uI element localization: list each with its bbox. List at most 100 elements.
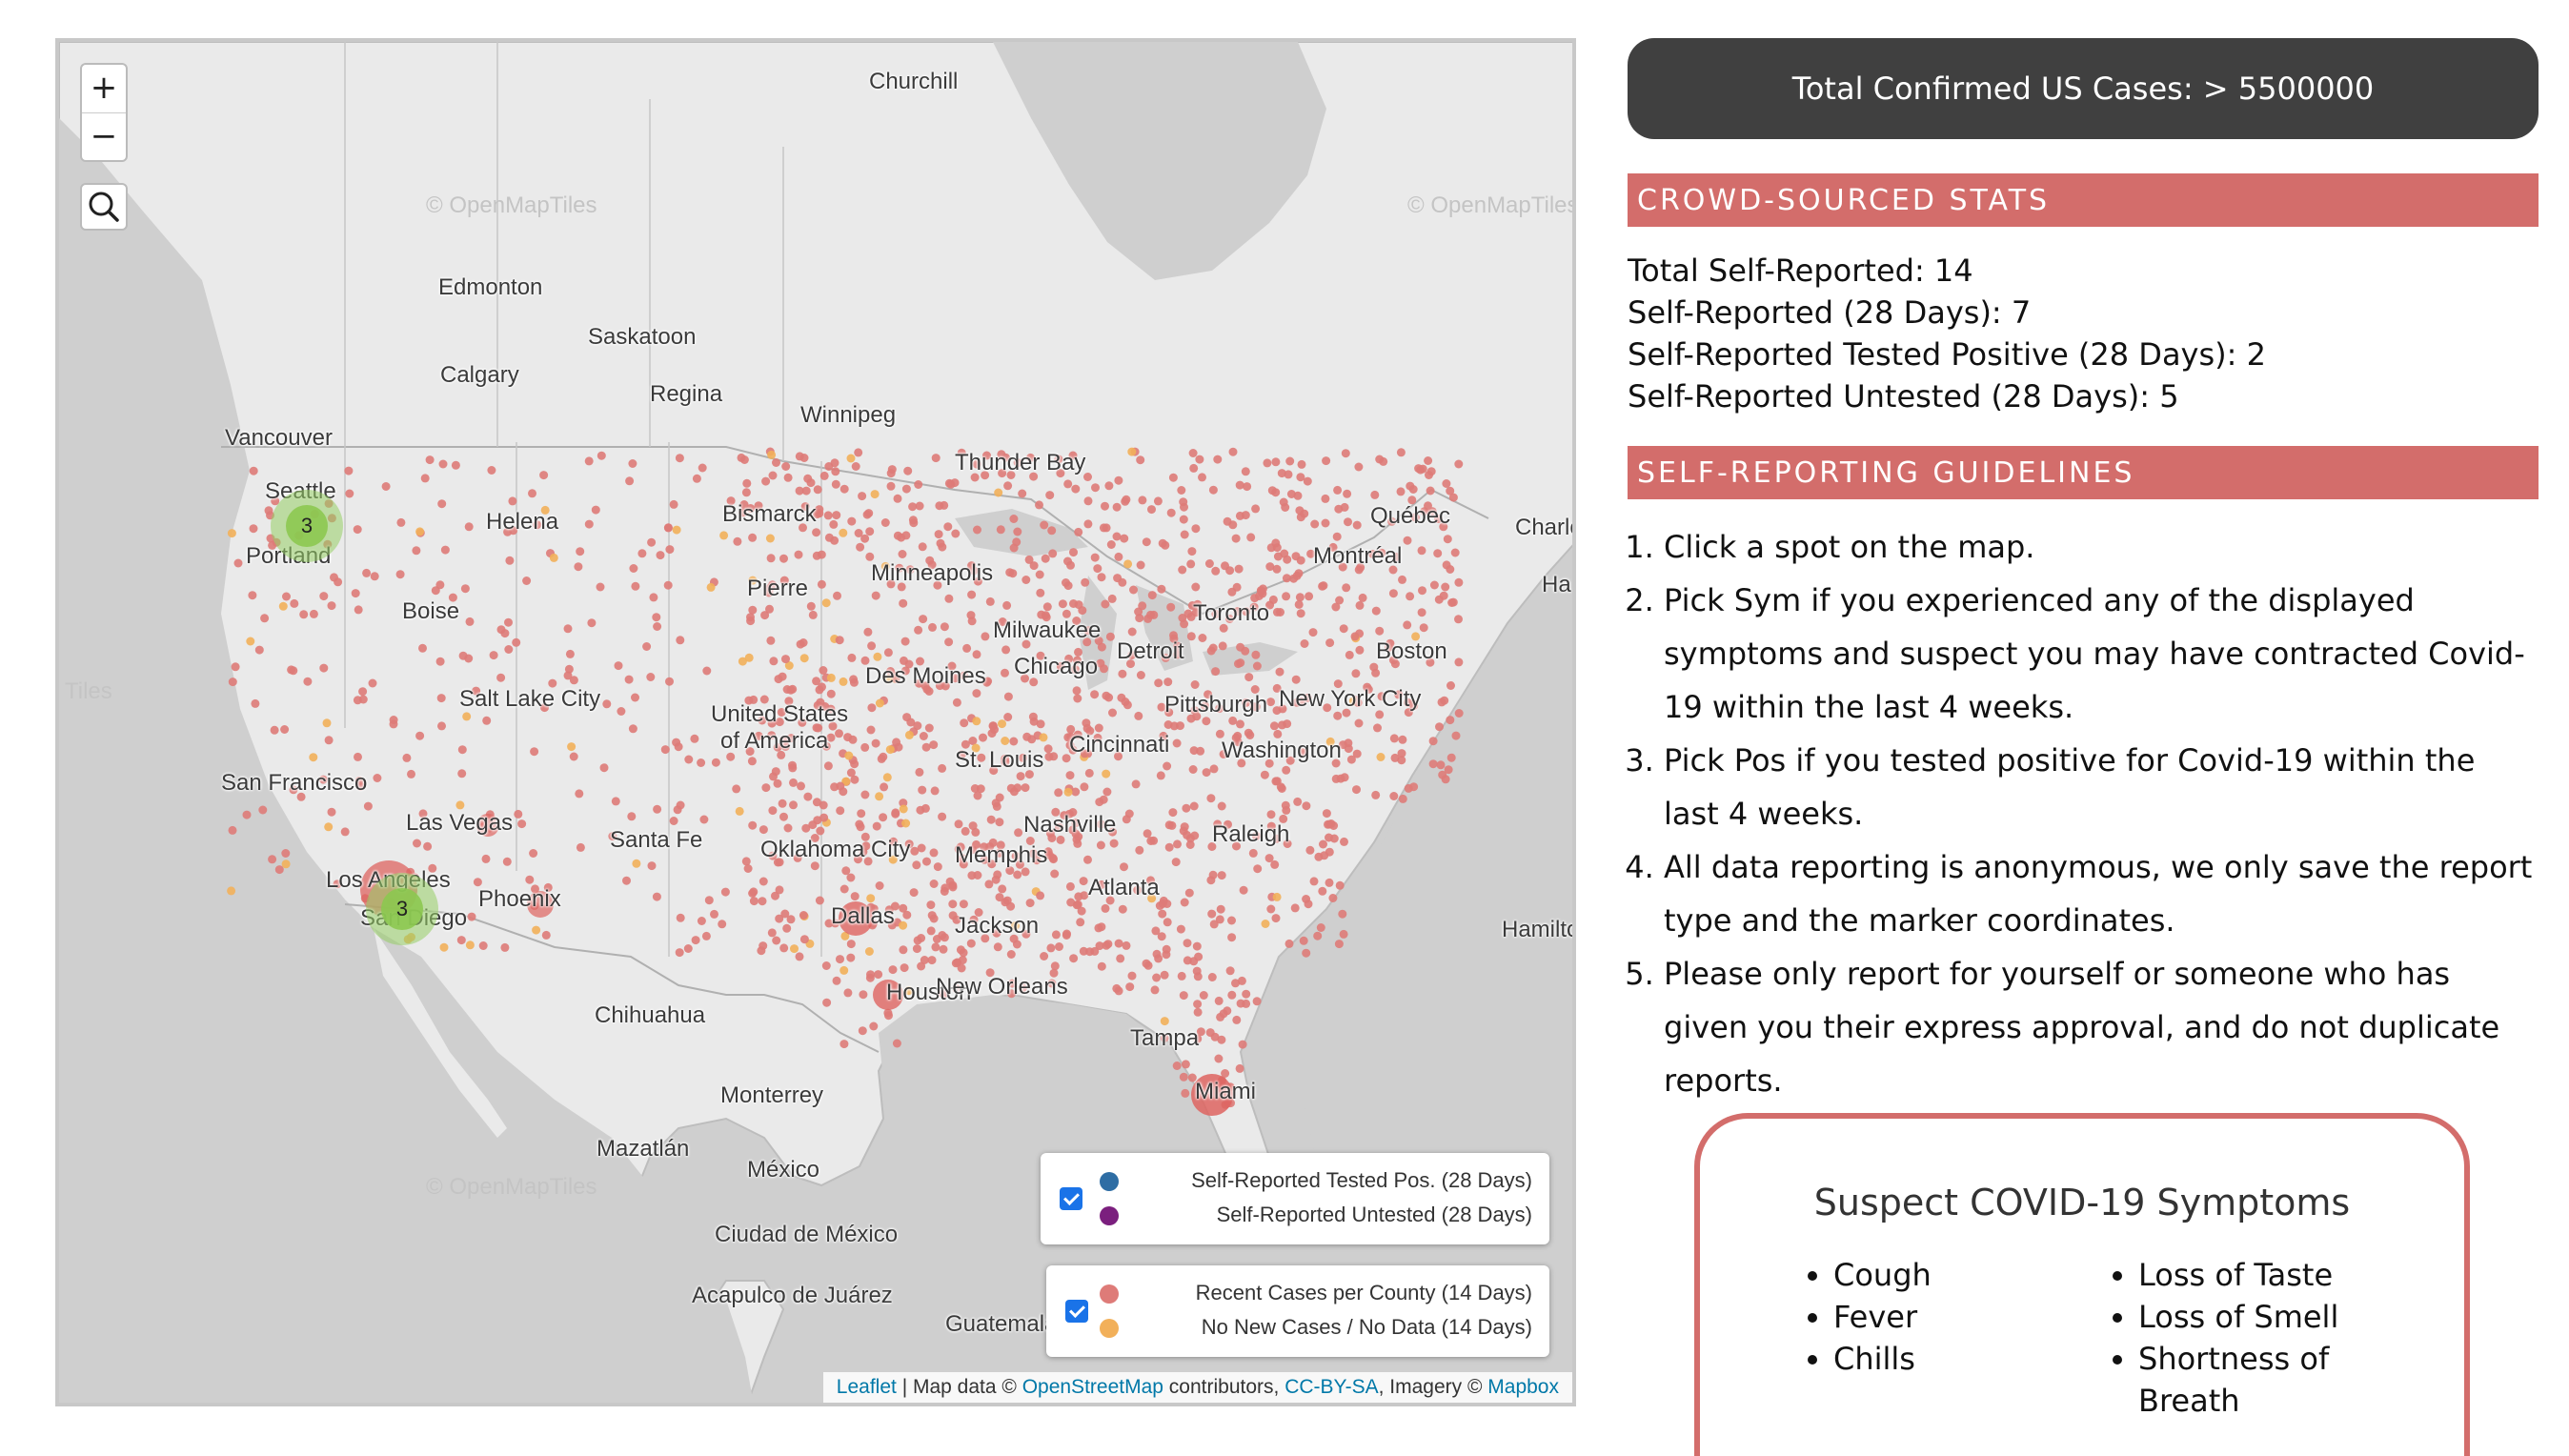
county-case-dot: [799, 911, 808, 920]
county-case-dot: [1376, 753, 1386, 761]
total-cases-banner: Total Confirmed US Cases: > 5500000: [1628, 38, 2539, 139]
county-case-dot: [1373, 723, 1382, 733]
county-case-dot: [940, 887, 949, 896]
county-case-dot: [919, 615, 928, 624]
county-case-dot: [893, 494, 902, 503]
county-case-dot: [795, 952, 804, 961]
county-case-dot: [836, 781, 845, 791]
county-case-dot: [1239, 885, 1248, 895]
county-case-dot: [456, 936, 466, 945]
report-cluster[interactable]: 3: [366, 873, 438, 945]
county-case-dot: [1108, 708, 1117, 718]
county-case-dot: [1235, 480, 1244, 490]
county-case-dot: [995, 793, 1004, 802]
county-case-dot: [1040, 952, 1049, 961]
county-case-dot: [1190, 680, 1200, 689]
legend-county-cases-checkbox[interactable]: [1065, 1300, 1088, 1323]
county-case-dot: [952, 698, 961, 707]
tile-watermark: © OpenMapTiles: [426, 1174, 597, 1200]
county-case-dot: [1370, 490, 1380, 499]
county-case-dot: [1236, 999, 1245, 1008]
county-case-dot: [455, 800, 465, 810]
county-case-dot: [927, 956, 937, 965]
county-case-dot: [735, 806, 744, 816]
county-case-dot: [822, 998, 832, 1007]
report-cluster-count: 3: [381, 888, 423, 930]
county-case-dot: [858, 1026, 867, 1036]
county-case-dot: [290, 598, 299, 608]
county-case-dot: [532, 925, 541, 935]
county-case-dot: [900, 637, 910, 646]
city-label: México: [747, 1157, 820, 1183]
county-case-dot: [1202, 768, 1211, 778]
county-case-dot: [769, 657, 779, 666]
legend-self-reported-checkbox[interactable]: [1060, 1187, 1082, 1210]
county-case-dot: [1102, 940, 1111, 950]
search-button[interactable]: [80, 183, 128, 231]
county-case-dot: [829, 519, 839, 529]
county-case-dot: [1022, 576, 1031, 584]
county-case-dot: [1181, 1060, 1190, 1069]
zoom-out-button[interactable]: −: [82, 113, 126, 161]
symptom-item: Cough: [1833, 1254, 1932, 1296]
county-case-dot: [854, 529, 863, 537]
county-case-dot: [803, 792, 813, 801]
county-case-dot: [1443, 535, 1452, 544]
county-case-dot: [918, 542, 927, 552]
osm-link[interactable]: OpenStreetMap: [1022, 1376, 1163, 1398]
zoom-in-button[interactable]: +: [82, 65, 126, 113]
county-case-dot: [1216, 1012, 1225, 1021]
county-case-dot: [1118, 577, 1127, 587]
license-link[interactable]: CC-BY-SA: [1284, 1376, 1378, 1398]
county-case-dot: [904, 730, 914, 739]
county-case-dot: [1062, 578, 1070, 587]
county-case-dot: [1211, 667, 1221, 677]
county-case-dot: [1185, 834, 1195, 843]
city-label: Miami: [1195, 1079, 1256, 1104]
county-case-dot: [773, 779, 782, 788]
stat-value: 7: [2011, 294, 2032, 331]
county-case-dot: [919, 732, 928, 740]
county-case-dot: [884, 1011, 893, 1021]
county-case-dot: [1227, 933, 1237, 942]
county-case-dot: [839, 484, 849, 494]
county-case-dot: [496, 673, 506, 682]
county-case-dot: [487, 466, 496, 475]
county-case-dot: [698, 463, 707, 473]
county-case-dot: [1339, 929, 1348, 939]
county-case-dot: [902, 713, 912, 722]
city-label: Monterrey: [720, 1082, 824, 1108]
county-case-dot: [231, 662, 240, 672]
mapbox-link[interactable]: Mapbox: [1487, 1376, 1559, 1398]
county-case-dot: [1074, 892, 1083, 901]
city-label: Acapulco de Juárez: [692, 1283, 893, 1308]
county-case-dot: [1223, 1006, 1232, 1016]
report-cluster[interactable]: 3: [271, 490, 343, 562]
county-case-dot: [742, 478, 752, 488]
attribution-text: contributors,: [1163, 1376, 1285, 1398]
county-case-dot: [1227, 587, 1237, 597]
county-case-dot: [860, 790, 870, 799]
leaflet-link[interactable]: Leaflet: [837, 1376, 897, 1398]
county-case-dot: [1036, 588, 1045, 597]
county-case-dot: [669, 499, 678, 509]
county-case-dot: [584, 456, 594, 466]
county-case-dot: [899, 945, 908, 955]
county-case-dot: [870, 490, 880, 499]
county-case-dot: [358, 687, 368, 697]
county-case-dot: [867, 703, 877, 713]
city-label: Pittsburgh: [1164, 692, 1268, 718]
covid-map[interactable]: © OpenMapTiles © OpenMapTiles © OpenMapT…: [55, 38, 1576, 1406]
county-case-dot: [1252, 997, 1262, 1006]
county-case-dot: [649, 593, 658, 602]
county-case-dot: [1352, 520, 1362, 530]
county-case-dot: [268, 855, 277, 864]
county-case-dot: [880, 518, 890, 527]
county-case-dot: [457, 745, 467, 755]
county-case-dot: [1428, 737, 1438, 746]
county-case-dot: [1186, 559, 1196, 569]
county-case-dot: [1338, 909, 1347, 919]
county-case-dot: [1326, 819, 1336, 828]
county-case-dot: [746, 617, 756, 626]
county-case-dot: [929, 848, 939, 858]
